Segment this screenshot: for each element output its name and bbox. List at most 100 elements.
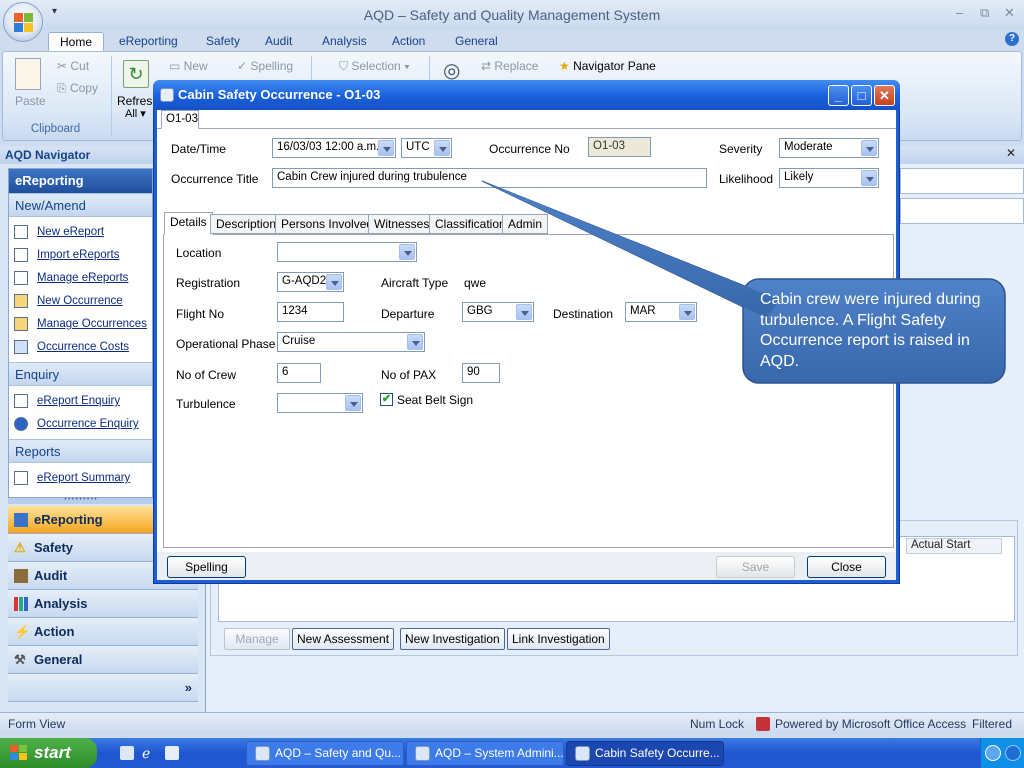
tab-analysis[interactable]: Analysis bbox=[311, 32, 378, 52]
ribbon-tabs: Home eReporting Safety Audit Analysis Ac… bbox=[0, 28, 1024, 52]
tab-witnesses[interactable]: Witnesses bbox=[368, 214, 436, 234]
clipboard-group-label: Clipboard bbox=[30, 123, 81, 135]
chevron-down-icon[interactable] bbox=[378, 140, 394, 156]
chevron-down-icon[interactable] bbox=[679, 304, 695, 320]
background-field bbox=[900, 168, 1024, 194]
nav-link-manage-occurrences[interactable]: Manage Occurrences bbox=[14, 315, 147, 333]
new-investigation-button[interactable]: New Investigation bbox=[400, 628, 505, 650]
tab-audit[interactable]: Audit bbox=[254, 32, 303, 52]
turbulence-select[interactable] bbox=[277, 393, 363, 413]
nav-link-occurrence-enquiry[interactable]: Occurrence Enquiry bbox=[14, 415, 139, 433]
manage-button[interactable]: Manage bbox=[224, 628, 290, 650]
navigator-more-button[interactable]: » bbox=[8, 674, 198, 702]
date-time-label: Date/Time bbox=[171, 142, 226, 156]
spelling-ribbon-button[interactable]: ✓ Spelling bbox=[237, 59, 293, 73]
quick-access-dropdown-icon[interactable]: ▾ bbox=[52, 6, 57, 17]
seat-belt-checkbox[interactable]: ✔ bbox=[380, 393, 393, 406]
tab-details[interactable]: Details bbox=[164, 212, 213, 235]
pax-count-input[interactable]: 90 bbox=[462, 363, 500, 383]
status-view-mode: Form View bbox=[8, 717, 66, 731]
tray-expand-icon[interactable] bbox=[985, 745, 1001, 761]
cut-button[interactable]: ✂ Cut bbox=[57, 59, 89, 73]
chevron-down-icon[interactable] bbox=[326, 274, 342, 290]
chevron-down-icon[interactable] bbox=[861, 140, 877, 156]
copy-button[interactable]: ⎘ Copy bbox=[57, 81, 98, 96]
module-analysis[interactable]: Analysis bbox=[8, 590, 198, 618]
navigator-splitter[interactable]: • • • • • • • • • bbox=[8, 497, 153, 504]
selection-button[interactable]: ⛉ Selection ▾ bbox=[339, 59, 410, 74]
timezone-select[interactable]: UTC bbox=[401, 138, 452, 158]
quicklaunch-desktop-icon[interactable] bbox=[165, 746, 179, 760]
access-icon bbox=[756, 717, 770, 731]
occurrence-icon bbox=[14, 317, 28, 331]
operational-phase-label: Operational Phase bbox=[176, 337, 276, 351]
occurrence-title-input[interactable]: Cabin Crew injured during trubulence bbox=[272, 168, 707, 188]
nav-link-ereport-enquiry[interactable]: eReport Enquiry bbox=[14, 392, 120, 410]
severity-select[interactable]: Moderate bbox=[779, 138, 879, 158]
chevron-down-icon[interactable] bbox=[399, 244, 415, 260]
flight-no-input[interactable]: 1234 bbox=[277, 302, 344, 322]
new-button[interactable]: ▭ New bbox=[169, 59, 208, 73]
tab-general[interactable]: General bbox=[444, 32, 509, 52]
grid-column-actual-start[interactable]: Actual Start bbox=[906, 538, 1002, 554]
minimize-button[interactable]: – bbox=[956, 5, 963, 20]
spelling-button[interactable]: Spelling bbox=[167, 556, 246, 578]
quicklaunch-ie-icon[interactable]: ℯ bbox=[142, 745, 158, 761]
tab-home[interactable]: Home bbox=[48, 32, 105, 52]
close-app-button[interactable]: ✕ bbox=[1004, 5, 1015, 21]
chevron-down-icon[interactable] bbox=[861, 170, 877, 186]
nav-link-ereport-summary[interactable]: eReport Summary bbox=[14, 469, 130, 487]
taskbar-item-cabin-safety[interactable]: Cabin Safety Occurre... bbox=[566, 741, 724, 766]
navigator-pane-button[interactable]: ★ Navigator Pane bbox=[559, 59, 656, 73]
quicklaunch-access-icon[interactable] bbox=[120, 746, 134, 760]
close-button[interactable]: Close bbox=[807, 556, 886, 578]
nav-link-import-ereports[interactable]: Import eReports bbox=[14, 246, 119, 264]
date-time-field[interactable]: 16/03/03 12:00 a.m. bbox=[272, 138, 396, 158]
close-pane-icon[interactable]: ✕ bbox=[1006, 146, 1016, 160]
chevron-down-icon[interactable] bbox=[516, 304, 532, 320]
tab-admin[interactable]: Admin bbox=[502, 214, 549, 234]
paste-button[interactable]: Paste bbox=[15, 94, 46, 108]
dialog-maximize-button[interactable]: □ bbox=[851, 85, 872, 106]
registration-select[interactable]: G-AQD2 bbox=[277, 272, 344, 292]
chevron-down-icon[interactable] bbox=[434, 140, 450, 156]
save-button[interactable]: Save bbox=[716, 556, 795, 578]
taskbar-item-aqd-safety[interactable]: AQD – Safety and Qu... bbox=[246, 741, 404, 766]
callout-text: Cabin crew were injured during turbulenc… bbox=[760, 291, 981, 370]
likelihood-select[interactable]: Likely bbox=[779, 168, 879, 188]
link-investigation-button[interactable]: Link Investigation bbox=[507, 628, 610, 650]
location-select[interactable] bbox=[277, 242, 417, 262]
nav-link-occurrence-costs[interactable]: Occurrence Costs bbox=[14, 338, 129, 356]
replace-button[interactable]: ⇄ Replace bbox=[481, 59, 538, 73]
help-icon[interactable]: ? bbox=[1005, 32, 1019, 46]
tab-occurrence-record[interactable]: O1-03 bbox=[161, 110, 199, 129]
chevron-down-icon[interactable] bbox=[407, 334, 423, 350]
refresh-all-dropdown[interactable]: All ▾ bbox=[125, 107, 146, 120]
tab-classification[interactable]: Classification bbox=[429, 214, 512, 234]
taskbar-item-aqd-admin[interactable]: AQD – System Admini... bbox=[406, 741, 564, 766]
crew-count-input[interactable]: 6 bbox=[277, 363, 321, 383]
tab-persons-involved[interactable]: Persons Involved bbox=[275, 214, 380, 234]
operational-phase-select[interactable]: Cruise bbox=[277, 332, 425, 352]
module-general[interactable]: ⚒ General bbox=[8, 646, 198, 674]
departure-select[interactable]: GBG bbox=[462, 302, 534, 322]
tab-description[interactable]: Description bbox=[210, 214, 283, 234]
nav-link-new-occurrence[interactable]: New Occurrence bbox=[14, 292, 123, 310]
tray-network-icon[interactable] bbox=[1005, 745, 1021, 761]
chevron-down-icon[interactable] bbox=[345, 395, 361, 411]
nav-link-manage-ereports[interactable]: Manage eReports bbox=[14, 269, 128, 287]
window-icon bbox=[255, 746, 270, 761]
module-action[interactable]: ⚡ Action bbox=[8, 618, 198, 646]
tab-safety[interactable]: Safety bbox=[195, 32, 251, 52]
destination-select[interactable]: MAR bbox=[625, 302, 697, 322]
new-assessment-button[interactable]: New Assessment bbox=[292, 628, 395, 650]
costs-icon bbox=[14, 340, 28, 354]
restore-button[interactable]: ⧉ bbox=[980, 5, 989, 21]
window-icon bbox=[415, 746, 430, 761]
dialog-close-button[interactable]: ✕ bbox=[874, 85, 895, 106]
office-button[interactable] bbox=[3, 2, 43, 42]
dialog-minimize-button[interactable]: _ bbox=[828, 85, 849, 106]
nav-link-new-ereport[interactable]: New eReport bbox=[14, 223, 104, 241]
tab-action[interactable]: Action bbox=[381, 32, 436, 52]
tab-ereporting[interactable]: eReporting bbox=[108, 32, 189, 52]
